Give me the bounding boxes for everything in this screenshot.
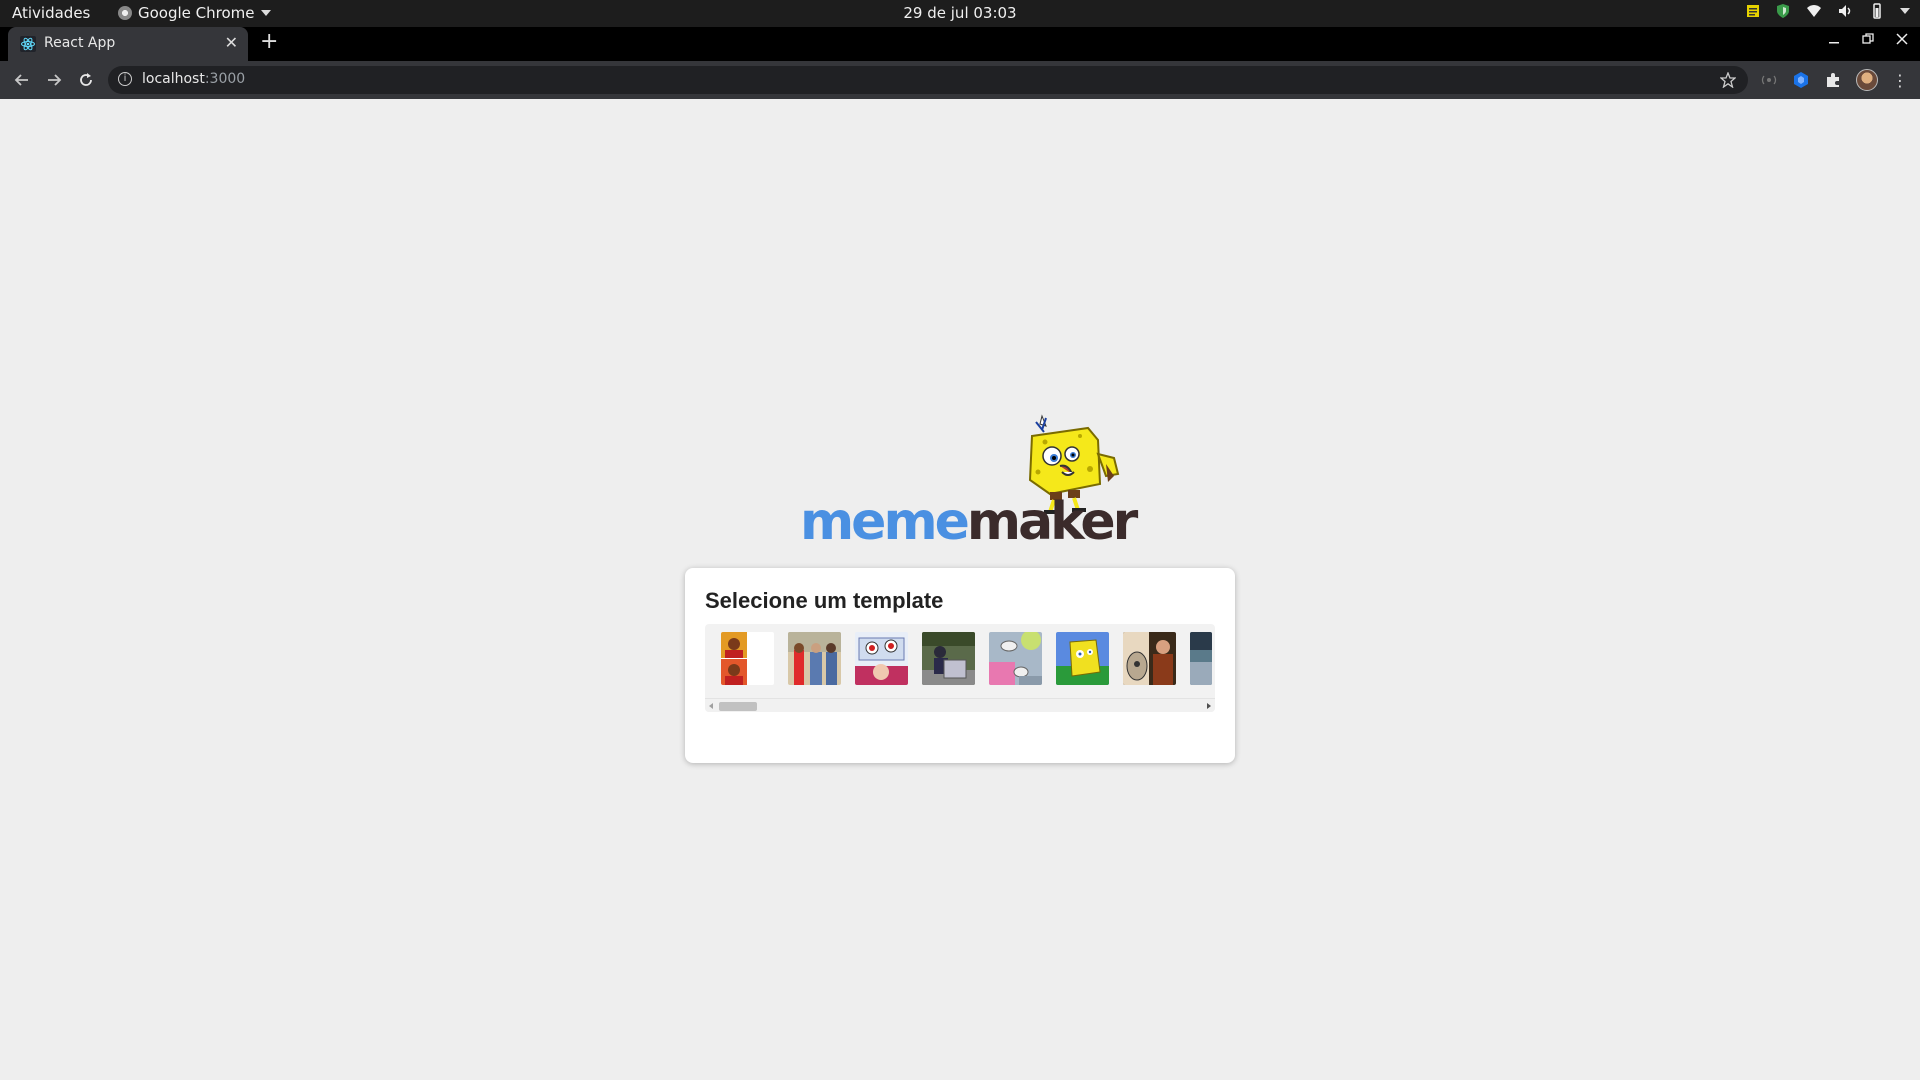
minimize-icon[interactable]	[1828, 33, 1840, 45]
reload-icon[interactable]	[78, 72, 94, 88]
logo-wordmark: mememaker	[800, 492, 1138, 552]
template-carousel[interactable]	[705, 624, 1215, 712]
template-thumb-birds[interactable]	[989, 632, 1042, 685]
address-port: :3000	[204, 71, 246, 87]
new-tab-button[interactable]: +	[260, 29, 278, 54]
mememaker-logo: mememaker	[800, 414, 1138, 552]
template-thumb-drake[interactable]	[721, 632, 774, 685]
react-icon	[20, 36, 36, 52]
close-window-icon[interactable]	[1896, 33, 1908, 45]
card-title: Selecione um template	[705, 588, 944, 613]
template-thumb-guy-box[interactable]	[922, 632, 975, 685]
puzzle-icon[interactable]	[1824, 71, 1842, 89]
system-tray[interactable]	[1746, 3, 1910, 19]
window-controls	[1828, 33, 1908, 45]
address-url: localhost:3000	[142, 71, 245, 87]
bookmark-star-icon[interactable]	[1720, 72, 1736, 88]
volume-icon[interactable]	[1838, 4, 1854, 18]
menu-kebab-icon[interactable]: ⋮	[1892, 71, 1908, 90]
chevron-down-icon[interactable]	[1900, 8, 1910, 14]
tab-strip: React App ✕ +	[0, 27, 1920, 61]
browser-toolbar: i localhost:3000 ⋮	[0, 61, 1920, 99]
logo-word-maker: maker	[966, 492, 1138, 552]
site-info-icon[interactable]: i	[118, 72, 132, 86]
template-card: Selecione um template	[685, 568, 1235, 763]
scroll-right-arrow-icon[interactable]	[1207, 703, 1211, 709]
notes-icon[interactable]	[1746, 4, 1760, 18]
shield-icon[interactable]	[1776, 3, 1790, 19]
cast-extension-icon[interactable]	[1760, 71, 1778, 89]
back-arrow-icon[interactable]	[14, 72, 30, 88]
clock[interactable]: 29 de jul 03:03	[0, 4, 1920, 22]
extensions-area: ⋮	[1760, 69, 1908, 91]
template-thumb-two-buttons[interactable]	[855, 632, 908, 685]
browser-tab[interactable]: React App ✕	[8, 27, 248, 61]
template-thumb-distracted-boyfriend[interactable]	[788, 632, 841, 685]
restore-icon[interactable]	[1862, 33, 1874, 45]
scroll-left-arrow-icon[interactable]	[709, 703, 713, 709]
tab-title: React App	[44, 35, 116, 51]
logo-word-meme: meme	[800, 492, 970, 552]
address-host: localhost	[142, 71, 205, 87]
blue-extension-icon[interactable]	[1792, 71, 1810, 89]
page-content: mememaker Selecione um template	[0, 99, 1920, 1080]
wifi-icon[interactable]	[1806, 4, 1822, 18]
address-bar[interactable]: i localhost:3000	[108, 66, 1748, 94]
template-thumb-mocking-spongebob[interactable]	[1056, 632, 1109, 685]
profile-avatar[interactable]	[1856, 69, 1878, 91]
horizontal-scrollbar[interactable]	[705, 698, 1215, 712]
battery-icon[interactable]	[1870, 3, 1884, 19]
system-top-bar: Atividades Google Chrome 29 de jul 03:03	[0, 0, 1920, 27]
close-icon[interactable]: ✕	[225, 33, 238, 52]
forward-arrow-icon[interactable]	[46, 72, 62, 88]
scrollbar-thumb[interactable]	[719, 702, 757, 711]
template-thumb-woman-guitar[interactable]	[1123, 632, 1176, 685]
template-thumb-partial[interactable]	[1190, 632, 1212, 685]
template-list	[721, 632, 1212, 685]
